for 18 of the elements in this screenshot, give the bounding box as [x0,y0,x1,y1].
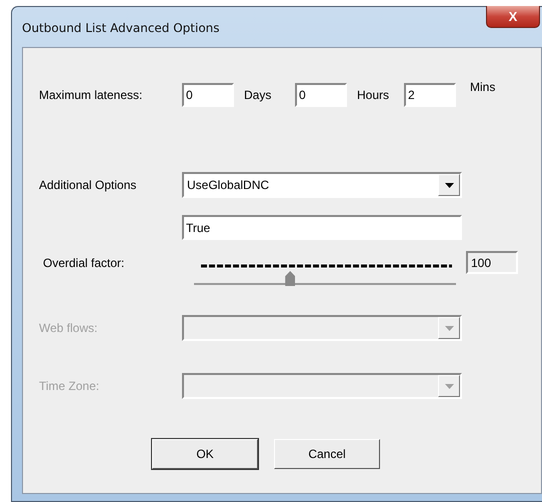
dialog-button[interactable]: Cancel [274,439,380,469]
window-title: Outbound List Advanced Options [22,21,220,35]
number-field[interactable]: 0 [182,83,234,107]
field-label: Maximum lateness: [39,88,144,102]
field-label: Additional Options [39,178,138,192]
number-field[interactable]: 0 [295,83,347,107]
options-dropdown[interactable]: UseGlobalDNC [182,172,462,198]
number-field[interactable]: 2 [404,83,456,107]
value-field[interactable]: True [182,215,462,240]
field-label: Time Zone: [39,379,100,393]
unit-label: Hours [356,88,390,102]
value-readout: 100 [466,251,518,274]
field-label: Overdial factor: [42,256,126,270]
dialog-button[interactable]: OK [152,439,258,469]
close-button[interactable]: X [486,6,540,28]
unit-label: Mins [469,80,496,94]
field-label: Web flows: [39,321,98,335]
unit-label: Days [243,88,272,102]
